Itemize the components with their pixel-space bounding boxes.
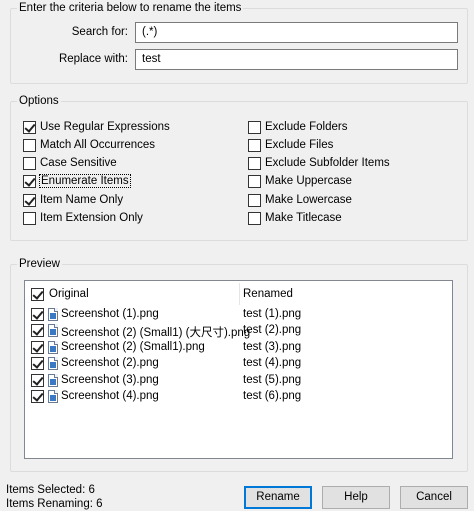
row-checkbox[interactable]: [31, 340, 44, 354]
option-make-uppercase-checkbox[interactable]: [248, 174, 261, 188]
option-make-lowercase[interactable]: Make Lowercase: [248, 192, 352, 208]
help-button[interactable]: Help: [322, 486, 390, 509]
original-name: Screenshot (2).png: [61, 357, 159, 370]
original-name: Screenshot (1).png: [61, 308, 159, 320]
option-use-regular-expressions[interactable]: Use Regular Expressions: [23, 119, 170, 135]
option-case-sensitive-checkbox[interactable]: [23, 156, 36, 170]
preview-group-title: Preview: [17, 257, 62, 271]
option-label: Make Titlecase: [265, 212, 342, 224]
option-label: Item Extension Only: [40, 212, 143, 224]
preview-list-header: Original Renamed: [25, 281, 452, 307]
option-label: Exclude Files: [265, 139, 334, 151]
rename-button[interactable]: Rename: [244, 486, 312, 509]
column-original[interactable]: Original: [49, 288, 89, 300]
option-label: Exclude Subfolder Items: [265, 157, 390, 169]
replace-label: Replace with:: [58, 53, 128, 65]
row-checkbox[interactable]: [31, 308, 44, 321]
cancel-button[interactable]: Cancel: [400, 486, 468, 509]
renamed-name: test (6).png: [243, 390, 302, 402]
option-use-regular-expressions-checkbox[interactable]: [23, 120, 36, 134]
option-make-titlecase[interactable]: Make Titlecase: [248, 210, 342, 226]
original-name: Screenshot (3).png: [61, 373, 159, 386]
select-all-checkbox[interactable]: [31, 288, 44, 301]
original-name: Screenshot (2) (Small1) (大尺寸).png: [61, 327, 251, 340]
option-item-name-only[interactable]: Item Name Only: [23, 192, 123, 208]
option-match-all-occurrences-checkbox[interactable]: [23, 138, 36, 152]
option-label: Make Lowercase: [265, 194, 352, 206]
column-renamed[interactable]: Renamed: [243, 288, 293, 300]
preview-row[interactable]: Screenshot (3).png test (5).png: [25, 373, 452, 389]
option-item-extension-only-checkbox[interactable]: [23, 211, 36, 225]
option-exclude-subfolder-items[interactable]: Exclude Subfolder Items: [248, 155, 390, 171]
option-case-sensitive[interactable]: Case Sensitive: [23, 155, 117, 171]
png-file-icon: [48, 373, 58, 387]
option-exclude-files-checkbox[interactable]: [248, 138, 261, 152]
column-separator[interactable]: [239, 283, 240, 305]
option-exclude-files[interactable]: Exclude Files: [248, 137, 333, 153]
preview-row[interactable]: Screenshot (1).png test (1).png: [25, 307, 452, 323]
option-exclude-subfolder-items-checkbox[interactable]: [248, 156, 261, 170]
row-checkbox[interactable]: [31, 357, 44, 371]
renamed-name: test (3).png: [243, 340, 302, 353]
option-label: Enumerate Items: [39, 174, 131, 188]
renamed-name: test (2).png: [243, 324, 302, 337]
items-renaming-label: Items Renaming: 6: [6, 498, 103, 510]
option-make-titlecase-checkbox[interactable]: [248, 211, 261, 225]
renamed-name: test (5).png: [243, 373, 302, 386]
option-label: Match All Occurrences: [40, 139, 156, 151]
original-name: Screenshot (4).png: [61, 390, 159, 402]
png-file-icon: [48, 357, 58, 371]
option-label: Make Uppercase: [265, 175, 352, 187]
preview-row[interactable]: Screenshot (2).png test (4).png: [25, 356, 452, 372]
option-exclude-folders[interactable]: Exclude Folders: [248, 119, 347, 135]
option-exclude-folders-checkbox[interactable]: [248, 120, 261, 134]
renamed-name: test (4).png: [243, 357, 302, 370]
option-make-lowercase-checkbox[interactable]: [248, 193, 261, 207]
search-input[interactable]: (.*): [135, 22, 458, 43]
row-checkbox[interactable]: [31, 373, 44, 387]
option-item-extension-only[interactable]: Item Extension Only: [23, 210, 143, 226]
png-file-icon: [48, 308, 58, 321]
preview-row[interactable]: Screenshot (2) (Small1) (大尺寸).png test (2…: [25, 323, 452, 339]
option-label: Exclude Folders: [265, 121, 348, 133]
row-checkbox[interactable]: [31, 324, 44, 338]
criteria-group-title: Enter the criteria below to rename the i…: [17, 1, 244, 15]
option-make-uppercase[interactable]: Make Uppercase: [248, 173, 352, 189]
option-enumerate-items-checkbox[interactable]: [23, 174, 36, 188]
preview-row[interactable]: Screenshot (2) (Small1).png test (3).png: [25, 340, 452, 356]
criteria-group: Enter the criteria below to rename the i…: [10, 1, 468, 84]
png-file-icon: [48, 340, 58, 354]
replace-input[interactable]: test: [135, 49, 458, 70]
option-label: Use Regular Expressions: [40, 121, 170, 133]
png-file-icon: [48, 324, 58, 338]
option-enumerate-items[interactable]: Enumerate Items: [23, 173, 131, 189]
png-file-icon: [48, 390, 58, 403]
option-label: Case Sensitive: [40, 157, 117, 169]
preview-list[interactable]: Original Renamed Screenshot (1).png test …: [24, 280, 453, 459]
original-name: Screenshot (2) (Small1).png: [61, 340, 205, 353]
search-label: Search for:: [71, 26, 128, 38]
option-label: Item Name Only: [40, 194, 124, 206]
option-match-all-occurrences[interactable]: Match All Occurrences: [23, 137, 155, 153]
items-selected-label: Items Selected: 6: [6, 484, 95, 496]
renamed-name: test (1).png: [243, 308, 302, 320]
option-item-name-only-checkbox[interactable]: [23, 193, 36, 207]
row-checkbox[interactable]: [31, 390, 44, 403]
options-group-title: Options: [17, 94, 61, 108]
preview-row[interactable]: Screenshot (4).png test (6).png: [25, 389, 452, 405]
